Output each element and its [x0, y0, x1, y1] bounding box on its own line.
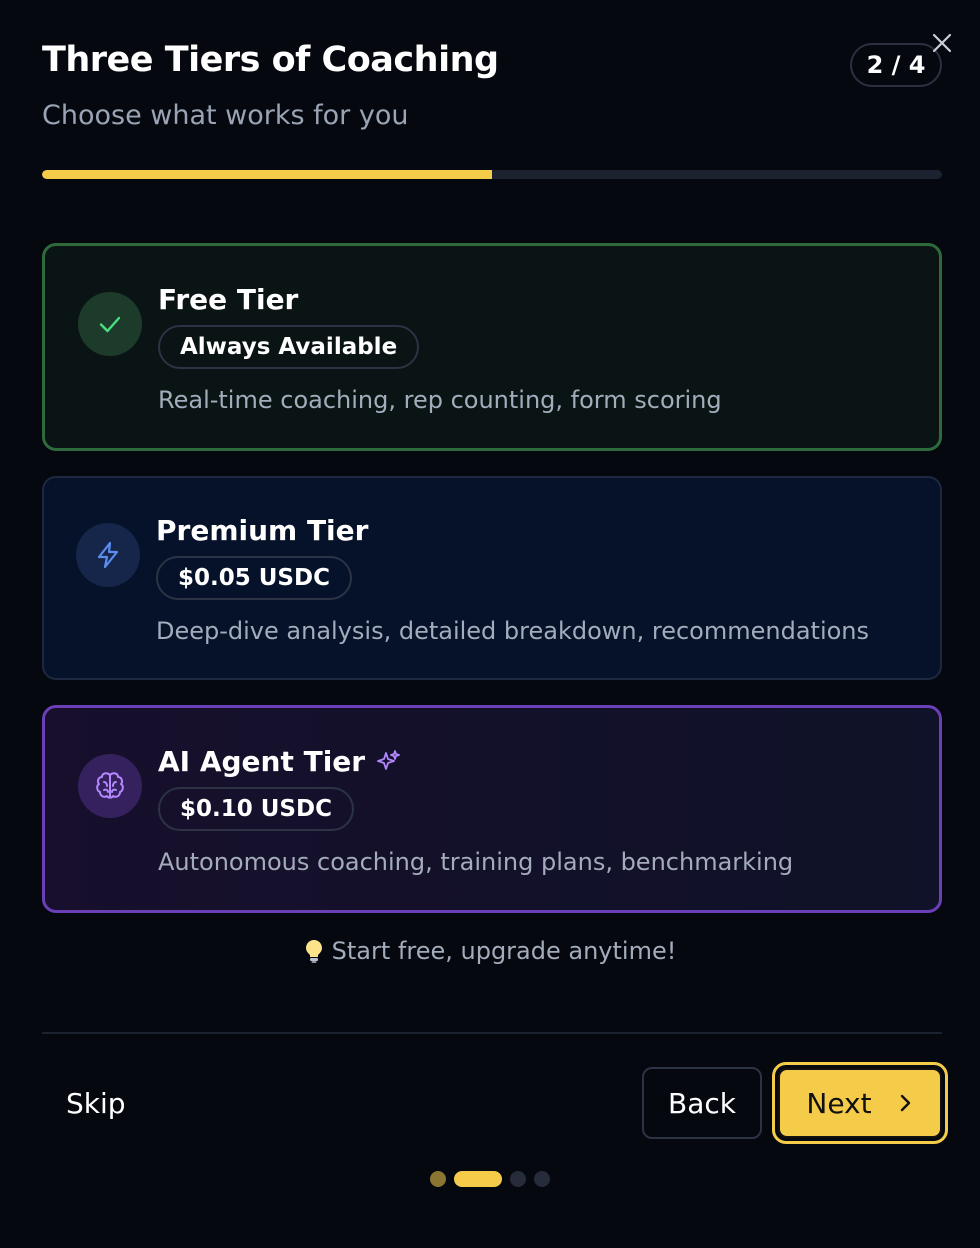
tier-price-pill: Always Available	[158, 325, 420, 369]
next-button-body: Next	[778, 1068, 942, 1138]
lightbulb-icon	[305, 940, 322, 963]
sparkles-icon	[377, 749, 401, 770]
close-button[interactable]	[926, 27, 958, 59]
tier-name-label: AI Agent Tier	[158, 745, 366, 778]
back-button[interactable]: Back	[642, 1067, 762, 1139]
pagination-dot	[534, 1171, 550, 1187]
tip-label: Start free, upgrade anytime!	[331, 937, 677, 965]
pagination-dot	[510, 1171, 526, 1187]
tier-card-premium[interactable]: Premium Tier $0.05 USDC Deep-dive analys…	[42, 476, 942, 680]
tip-text: Start free, upgrade anytime!	[0, 937, 980, 965]
chevron-right-icon	[900, 1094, 910, 1112]
lightning-icon	[76, 523, 140, 587]
tier-name: AI Agent Tier	[158, 745, 401, 778]
tier-card-free[interactable]: Free Tier Always Available Real-time coa…	[42, 243, 942, 451]
page-title: Three Tiers of Coaching	[42, 40, 499, 80]
tier-price-pill: $0.05 USDC	[156, 556, 352, 600]
tier-name-label: Free Tier	[158, 283, 299, 316]
pagination-dots	[0, 1171, 980, 1187]
tier-card-ai-agent[interactable]: AI Agent Tier $0.10 USDC Autonomous coac…	[42, 705, 942, 913]
close-icon	[932, 33, 952, 53]
tier-name: Free Tier	[158, 283, 298, 316]
tier-name-label: Premium Tier	[156, 514, 369, 547]
footer-divider	[42, 1032, 942, 1034]
tier-description: Deep-dive analysis, detailed breakdown, …	[156, 617, 870, 645]
brain-icon	[78, 754, 142, 818]
tier-description: Autonomous coaching, training plans, ben…	[158, 848, 794, 876]
next-button[interactable]: Next	[772, 1062, 948, 1144]
pagination-dot	[430, 1171, 446, 1187]
check-icon	[78, 292, 142, 356]
pagination-dot	[454, 1171, 502, 1187]
progress-bar-fill	[42, 170, 492, 179]
next-button-label: Next	[806, 1086, 872, 1120]
progress-bar	[42, 170, 942, 179]
tier-name: Premium Tier	[156, 514, 368, 547]
skip-button[interactable]: Skip	[60, 1078, 132, 1128]
page-subtitle: Choose what works for you	[42, 100, 409, 131]
tier-price-pill: $0.10 USDC	[158, 787, 354, 831]
tier-description: Real-time coaching, rep counting, form s…	[158, 386, 722, 414]
